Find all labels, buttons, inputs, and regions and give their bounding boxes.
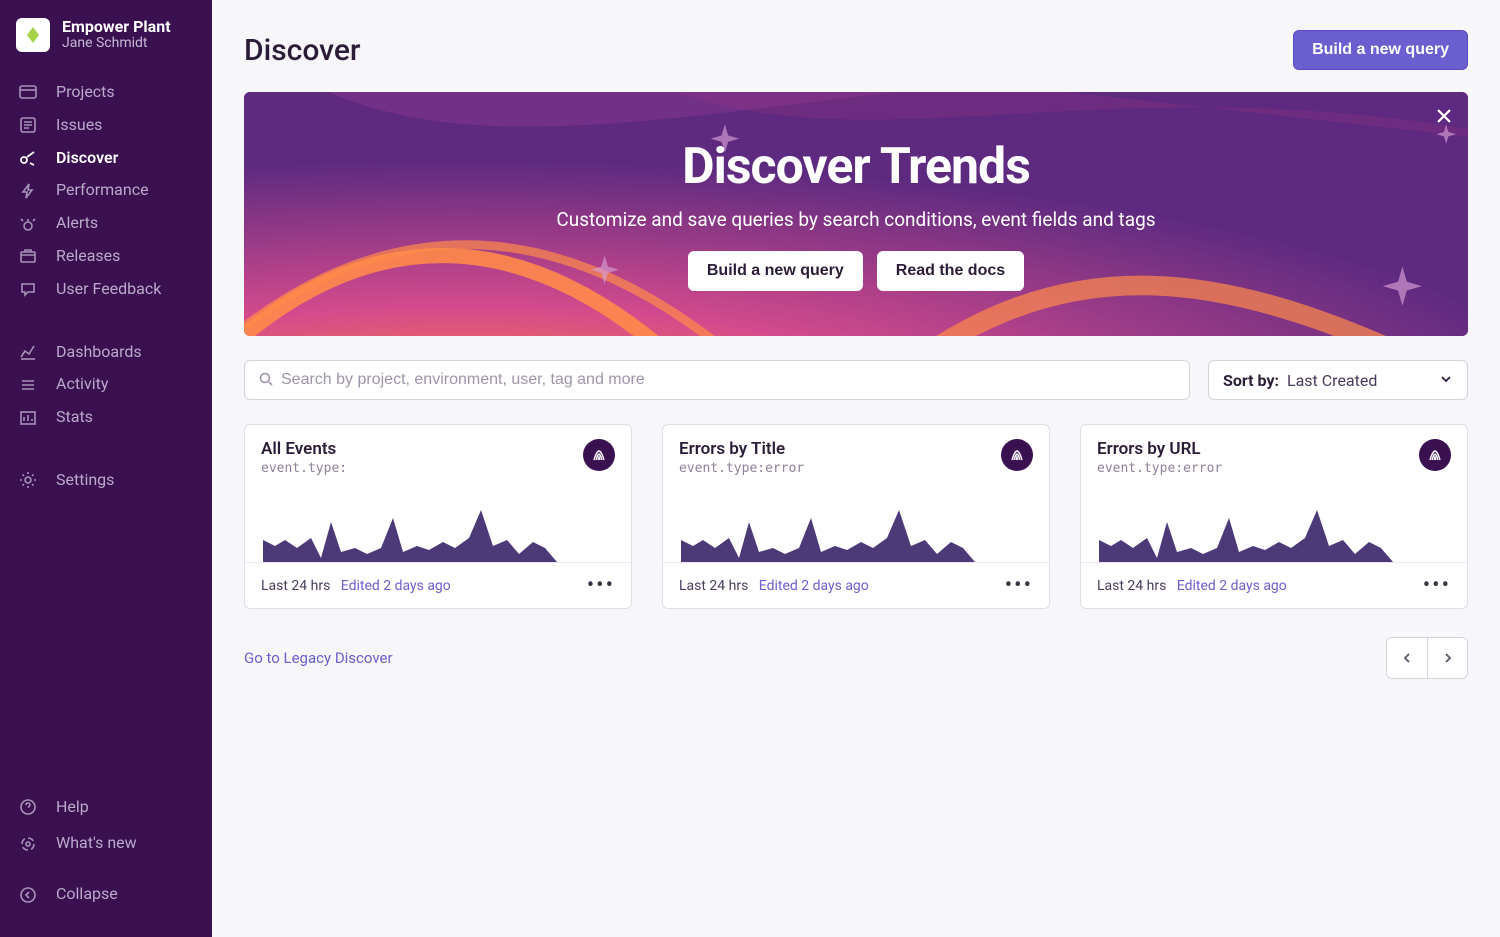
whats-new-icon (18, 834, 38, 854)
card-title: Errors by Title (679, 439, 804, 459)
alerts-icon (18, 214, 38, 234)
card-menu-icon[interactable]: ••• (1423, 573, 1451, 598)
query-card[interactable]: All Events event.type: Last 24 hrs Edite… (244, 424, 632, 609)
card-edited: Edited 2 days ago (759, 578, 869, 594)
issues-icon (18, 115, 38, 135)
card-sparkline (1081, 480, 1467, 562)
sidebar-label: Collapse (56, 884, 118, 905)
card-title: All Events (261, 439, 347, 459)
sidebar-label: Help (56, 797, 89, 818)
prev-page-button[interactable] (1387, 638, 1427, 678)
banner-title: Discover Trends (682, 138, 1030, 196)
sidebar-label: Issues (56, 115, 102, 136)
sidebar-item-collapse[interactable]: Collapse (0, 876, 212, 913)
page-title: Discover (244, 33, 361, 68)
settings-icon (18, 470, 38, 490)
stats-icon (18, 408, 38, 428)
sidebar-label: Settings (56, 470, 114, 491)
card-period: Last 24 hrs (1097, 578, 1166, 594)
search-icon (259, 371, 273, 390)
sidebar-label: User Feedback (56, 279, 161, 300)
sidebar-label: Stats (56, 407, 93, 428)
sidebar-item-performance[interactable]: Performance (0, 174, 212, 207)
card-sparkline (245, 480, 631, 562)
sidebar: Empower Plant Jane Schmidt Projects Issu… (0, 0, 212, 937)
card-edited: Edited 2 days ago (1177, 578, 1287, 594)
sidebar-item-activity[interactable]: Activity (0, 368, 212, 401)
card-query: event.type:error (679, 461, 804, 476)
help-icon (18, 797, 38, 817)
chevron-down-icon (1439, 371, 1453, 390)
sidebar-item-issues[interactable]: Issues (0, 109, 212, 142)
banner-build-query-button[interactable]: Build a new query (688, 251, 863, 291)
search-box[interactable] (244, 360, 1190, 400)
sentry-badge-icon (1001, 439, 1033, 471)
sidebar-item-settings[interactable]: Settings (0, 464, 212, 497)
card-query: event.type: (261, 461, 347, 476)
banner-read-docs-button[interactable]: Read the docs (877, 251, 1024, 291)
main-content: Discover Build a new query (212, 0, 1500, 937)
performance-icon (18, 181, 38, 201)
sidebar-label: Performance (56, 180, 149, 201)
org-logo-icon (16, 18, 50, 52)
sidebar-label: Activity (56, 374, 108, 395)
card-query: event.type:error (1097, 461, 1222, 476)
card-period: Last 24 hrs (679, 578, 748, 594)
card-edited: Edited 2 days ago (341, 578, 451, 594)
query-card[interactable]: Errors by URL event.type:error Last 24 h… (1080, 424, 1468, 609)
card-menu-icon[interactable]: ••• (1005, 573, 1033, 598)
next-page-button[interactable] (1427, 638, 1467, 678)
search-input[interactable] (281, 371, 1175, 389)
card-title: Errors by URL (1097, 439, 1222, 459)
banner-subtitle: Customize and save queries by search con… (556, 208, 1155, 231)
card-period: Last 24 hrs (261, 578, 330, 594)
pagination (1386, 637, 1468, 679)
sidebar-header: Empower Plant Jane Schmidt (0, 12, 212, 70)
sidebar-item-stats[interactable]: Stats (0, 401, 212, 434)
sidebar-label: Dashboards (56, 342, 142, 363)
releases-icon (18, 246, 38, 266)
feedback-icon (18, 279, 38, 299)
org-name: Empower Plant (62, 19, 171, 36)
query-card[interactable]: Errors by Title event.type:error Last 24… (662, 424, 1050, 609)
sentry-badge-icon (583, 439, 615, 471)
sidebar-label: Projects (56, 82, 115, 103)
card-sparkline (663, 480, 1049, 562)
sidebar-label: Releases (56, 246, 120, 267)
sidebar-item-alerts[interactable]: Alerts (0, 207, 212, 240)
sort-value: Last Created (1287, 371, 1377, 390)
sidebar-item-dashboards[interactable]: Dashboards (0, 336, 212, 369)
sidebar-item-discover[interactable]: Discover (0, 142, 212, 175)
dashboards-icon (18, 342, 38, 362)
projects-icon (18, 82, 38, 102)
sidebar-item-user-feedback[interactable]: User Feedback (0, 273, 212, 306)
activity-icon (18, 375, 38, 395)
sidebar-label: What's new (56, 833, 137, 854)
card-menu-icon[interactable]: ••• (587, 573, 615, 598)
legacy-discover-link[interactable]: Go to Legacy Discover (244, 649, 393, 667)
sidebar-label: Discover (56, 148, 118, 169)
sentry-badge-icon (1419, 439, 1451, 471)
sidebar-item-projects[interactable]: Projects (0, 76, 212, 109)
build-query-button[interactable]: Build a new query (1293, 30, 1468, 70)
sidebar-item-releases[interactable]: Releases (0, 240, 212, 273)
sidebar-label: Alerts (56, 213, 98, 234)
collapse-icon (18, 885, 38, 905)
user-name: Jane Schmidt (62, 36, 171, 51)
sort-label: Sort by: (1223, 371, 1279, 390)
sidebar-item-help[interactable]: Help (0, 789, 212, 826)
discover-icon (18, 148, 38, 168)
discover-banner: Discover Trends Customize and save queri… (244, 92, 1468, 336)
sidebar-item-whats-new[interactable]: What's new (0, 825, 212, 862)
sort-dropdown[interactable]: Sort by: Last Created (1208, 360, 1468, 400)
